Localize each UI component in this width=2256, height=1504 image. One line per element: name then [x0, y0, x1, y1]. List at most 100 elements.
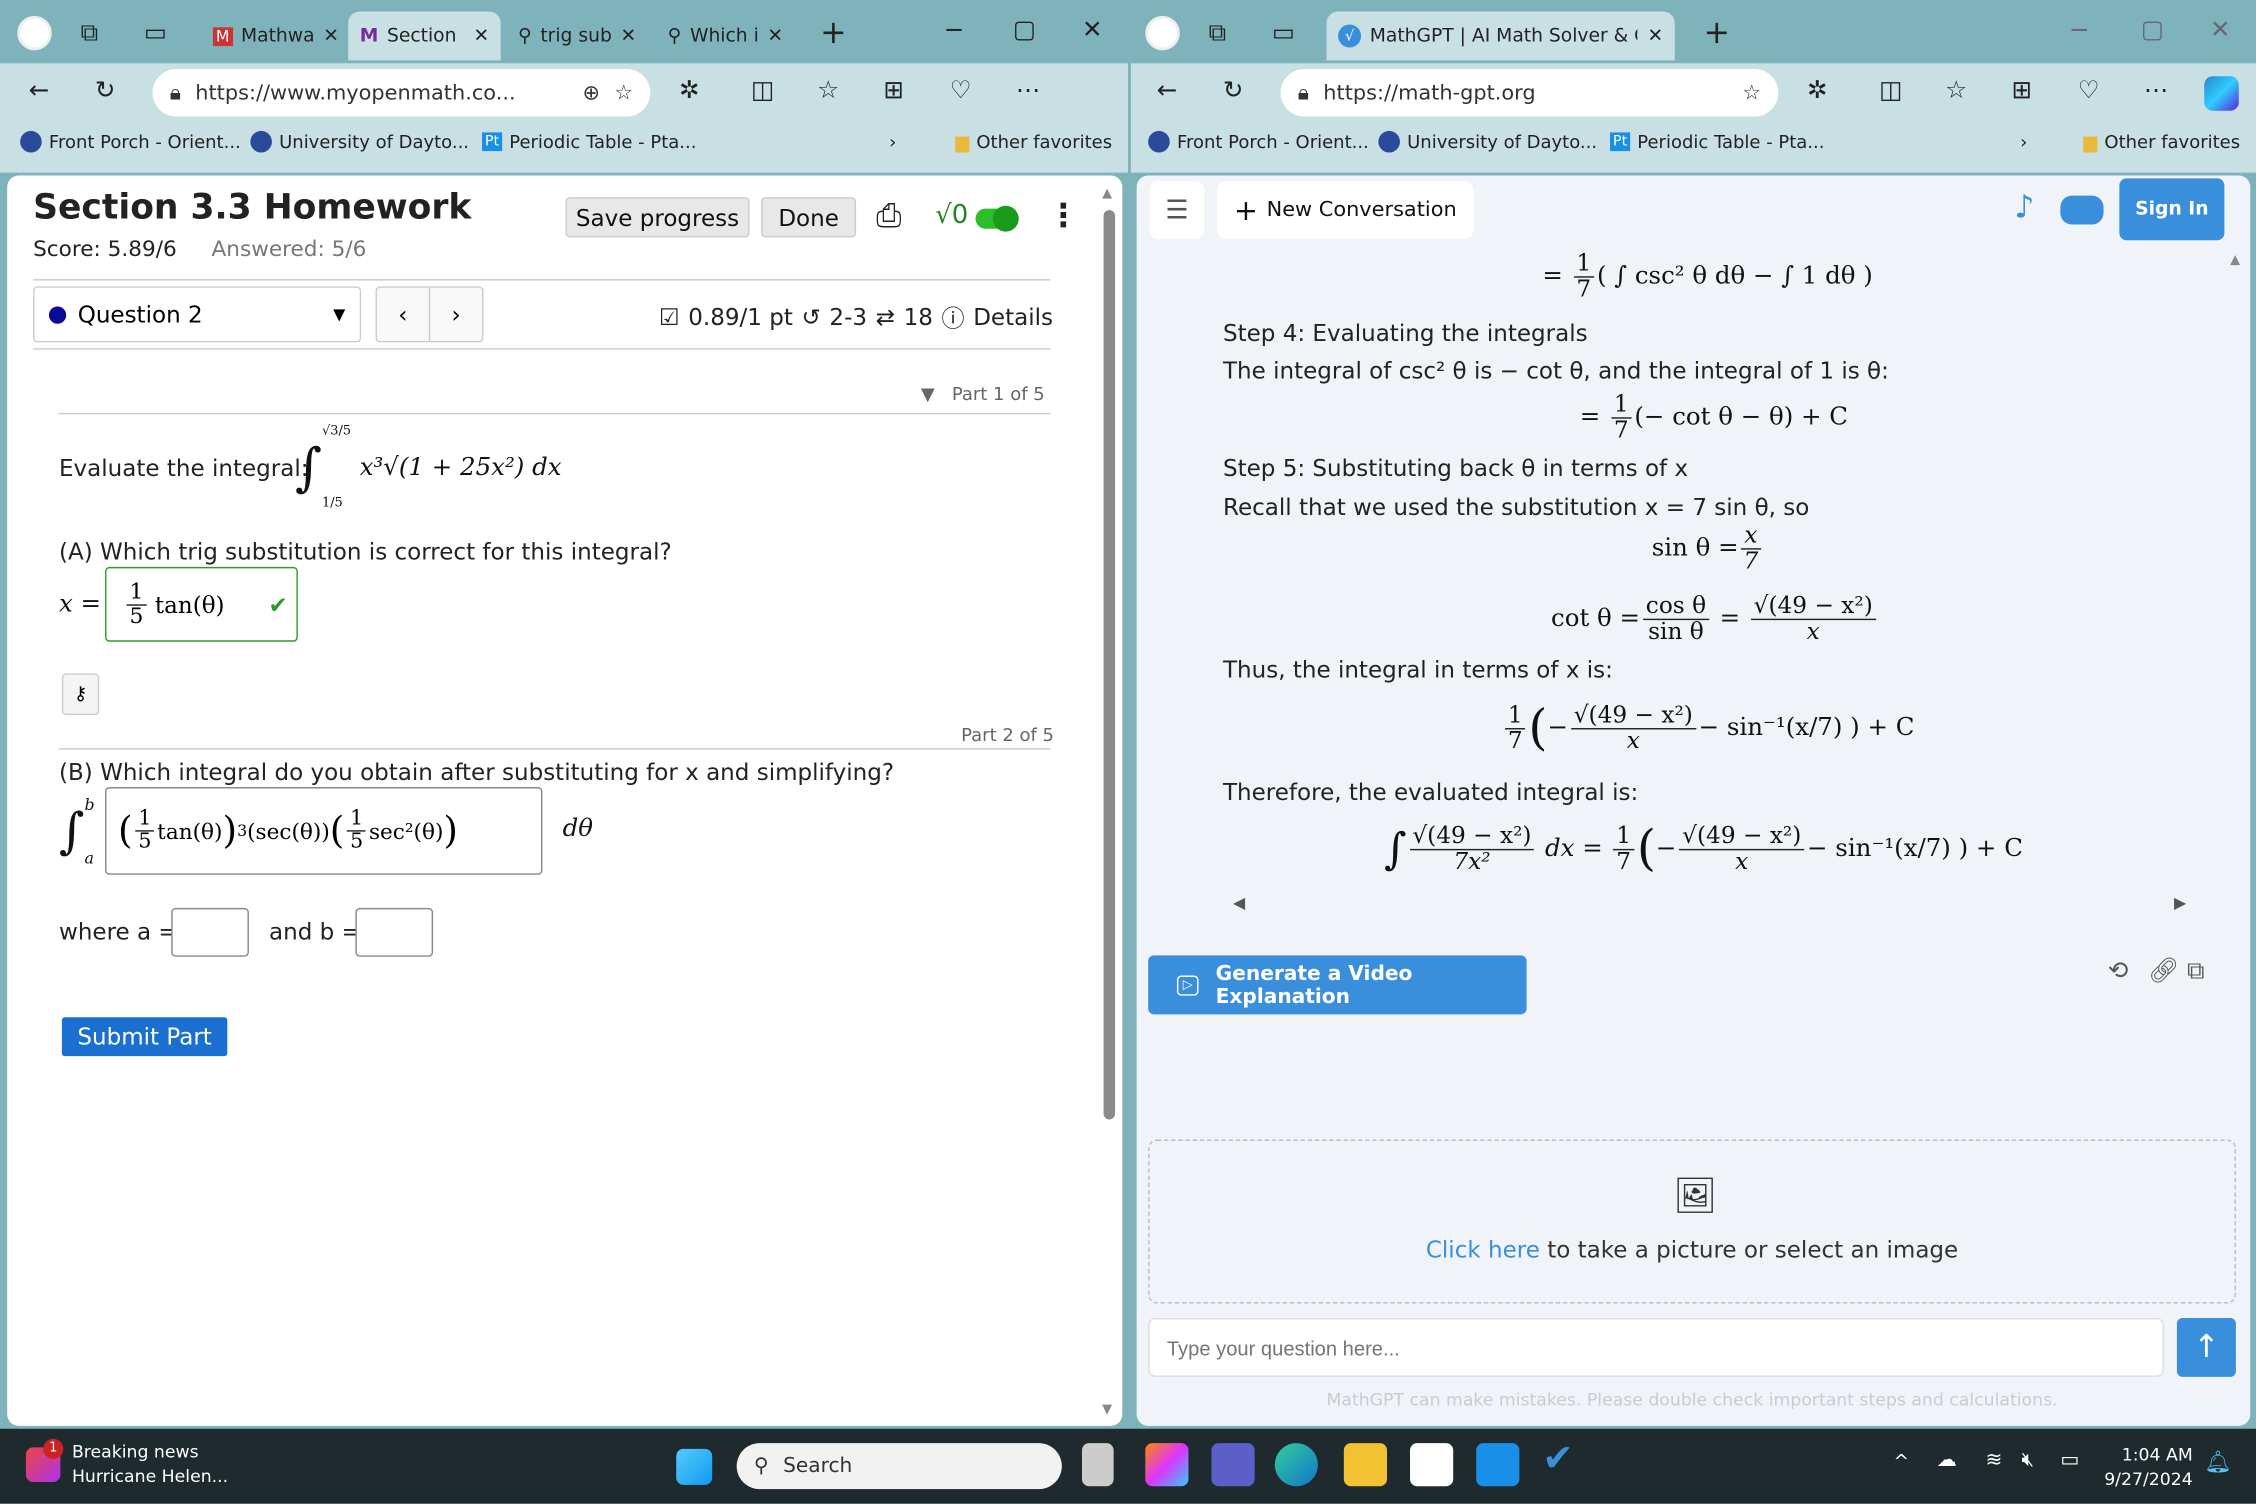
- edge-icon[interactable]: [1274, 1443, 1318, 1487]
- favorite-university-dayton[interactable]: University of Dayto...: [250, 130, 469, 153]
- part-1-toggle[interactable]: ▼ Part 1 of 5: [921, 383, 1045, 405]
- click-here-link[interactable]: Click here: [1426, 1236, 1540, 1263]
- close-window-icon[interactable]: ✕: [1082, 16, 1103, 45]
- more-options-icon[interactable]: ⋮: [1047, 199, 1079, 235]
- tab-which[interactable]: ⚲ Which i ✕: [656, 12, 794, 61]
- maximize-icon[interactable]: ▢: [1013, 16, 1036, 45]
- refresh-icon[interactable]: ↻: [95, 76, 116, 105]
- tab-section[interactable]: M Section ✕: [348, 11, 501, 61]
- b-input[interactable]: [355, 907, 434, 957]
- favorite-university-dayton[interactable]: University of Dayto...: [1378, 130, 1597, 153]
- other-favorites[interactable]: ▆ Other favorites: [2083, 131, 2240, 153]
- copy-icon[interactable]: ⧉: [2187, 957, 2204, 986]
- minimize-icon[interactable]: −: [2069, 16, 2090, 45]
- sign-in-button[interactable]: Sign In: [2119, 178, 2225, 241]
- close-tab-icon[interactable]: ✕: [323, 25, 339, 47]
- profile-avatar[interactable]: [1145, 15, 1180, 51]
- notification-bell-icon[interactable]: 🔔︎: [2204, 1449, 2231, 1475]
- minimize-icon[interactable]: −: [944, 16, 965, 45]
- taskbar-search[interactable]: ⚲ Search: [736, 1443, 1062, 1490]
- tab-actions-icon[interactable]: ▭: [144, 19, 167, 48]
- scroll-left-icon[interactable]: ◀: [1233, 893, 1245, 912]
- tray-chevron-icon[interactable]: ^: [1893, 1452, 1909, 1474]
- teams-icon[interactable]: [1211, 1443, 1255, 1487]
- clock[interactable]: 1:04 AM 9/27/2024: [2104, 1443, 2193, 1492]
- close-tab-icon[interactable]: ✕: [767, 25, 783, 47]
- news-widget[interactable]: 1 Breaking news Hurricane Helen...: [25, 1438, 228, 1489]
- volume-muted-icon[interactable]: 🔇︎: [2022, 1449, 2035, 1472]
- todo-icon[interactable]: ✔: [1542, 1437, 1585, 1480]
- favorite-star-icon[interactable]: ☆: [614, 81, 633, 104]
- a-input[interactable]: [171, 907, 249, 957]
- favorite-star-icon[interactable]: ☆: [1742, 81, 1761, 104]
- link-icon[interactable]: 🔗︎: [2148, 957, 2179, 986]
- onedrive-icon[interactable]: ☁: [1937, 1449, 1957, 1472]
- favorite-front-porch[interactable]: Front Porch - Orient...: [1148, 130, 1369, 153]
- address-bar[interactable]: 🔒︎ https://www.myopenmath.co... ⊕ ☆: [152, 69, 651, 117]
- mail-icon[interactable]: [1476, 1443, 1520, 1487]
- new-tab-icon[interactable]: +: [820, 16, 847, 52]
- store-icon[interactable]: [1410, 1443, 1454, 1487]
- zoom-icon[interactable]: ⊕: [582, 81, 599, 104]
- tab-mathway[interactable]: M Mathwa ✕: [201, 12, 345, 61]
- workspaces-icon[interactable]: ⧉: [1209, 19, 1226, 48]
- next-question-button[interactable]: ›: [430, 288, 482, 341]
- new-tab-icon[interactable]: +: [1704, 16, 1731, 52]
- collections-icon[interactable]: ⊞: [883, 76, 904, 105]
- new-conversation-button[interactable]: + New Conversation: [1217, 181, 1474, 239]
- wifi-icon[interactable]: ≋: [1986, 1449, 2003, 1472]
- back-icon[interactable]: ←: [29, 76, 50, 105]
- battery-icon[interactable]: ▭: [2060, 1449, 2079, 1472]
- info-icon[interactable]: ⓘ: [942, 299, 965, 334]
- split-screen-icon[interactable]: ◫: [1879, 76, 1902, 105]
- more-icon[interactable]: ⋯: [2144, 76, 2168, 105]
- scroll-up-icon[interactable]: ▲: [2230, 253, 2240, 267]
- math-entry-toggle[interactable]: [975, 205, 1019, 232]
- more-icon[interactable]: ⋯: [1016, 76, 1040, 105]
- menu-button[interactable]: ☰: [1149, 181, 1205, 239]
- details-link[interactable]: Details: [973, 303, 1053, 330]
- favorite-periodic-table[interactable]: Pt Periodic Table - Pta...: [1610, 131, 1824, 153]
- tab-actions-icon[interactable]: ▭: [1272, 19, 1295, 48]
- browser-essentials-icon[interactable]: ♡: [2078, 76, 2100, 105]
- discord-icon[interactable]: [2060, 195, 2104, 225]
- refresh-icon[interactable]: ↻: [1223, 76, 1244, 105]
- tab-mathgpt[interactable]: √MathGPT | AI Math Solver & Calcu✕: [1326, 11, 1675, 61]
- question-select[interactable]: Question 2 ▼: [33, 286, 362, 343]
- extensions-icon[interactable]: ✲: [1807, 76, 1828, 105]
- send-button[interactable]: ↑: [2176, 1317, 2236, 1377]
- copilot-icon[interactable]: [2204, 76, 2239, 111]
- other-favorites[interactable]: ▆ Other favorites: [955, 131, 1112, 153]
- maximize-icon[interactable]: ▢: [2141, 16, 2164, 45]
- submit-part-button[interactable]: Submit Part: [61, 1017, 228, 1057]
- regenerate-icon[interactable]: ⟲: [2108, 957, 2129, 986]
- generate-video-button[interactable]: ▷ Generate a Video Explanation: [1148, 955, 1527, 1015]
- copilot-icon[interactable]: [1076, 76, 1111, 111]
- split-screen-icon[interactable]: ◫: [751, 76, 774, 105]
- browser-essentials-icon[interactable]: ♡: [950, 76, 972, 105]
- tiktok-icon[interactable]: ♪: [2014, 190, 2034, 226]
- previous-question-button[interactable]: ‹: [377, 287, 431, 341]
- done-button[interactable]: Done: [761, 197, 857, 238]
- close-tab-icon[interactable]: ✕: [620, 25, 636, 47]
- favorites-overflow-icon[interactable]: ›: [2020, 131, 2027, 153]
- copilot-app-icon[interactable]: [1145, 1443, 1189, 1487]
- workspaces-icon[interactable]: ⧉: [81, 19, 98, 48]
- back-icon[interactable]: ←: [1157, 76, 1178, 105]
- save-progress-button[interactable]: Save progress: [565, 197, 750, 238]
- favorites-overflow-icon[interactable]: ›: [889, 131, 896, 153]
- substitution-answer-field[interactable]: 15 tan(θ) ✔: [105, 566, 298, 642]
- favorites-icon[interactable]: ☆: [817, 76, 839, 105]
- start-icon[interactable]: [676, 1448, 713, 1485]
- question-input[interactable]: [1148, 1317, 2164, 1377]
- collections-icon[interactable]: ⊞: [2011, 76, 2032, 105]
- favorite-periodic-table[interactable]: Pt Periodic Table - Pta...: [481, 131, 696, 153]
- image-upload-area[interactable]: 🖼︎ Click here to take a picture or selec…: [1148, 1139, 2236, 1304]
- integral-answer-field[interactable]: (1 5 tan(θ)) 3 (sec(θ))(1 5 sec²(θ)): [105, 787, 543, 875]
- key-hint-button[interactable]: ⚷: [61, 673, 100, 716]
- print-icon[interactable]: ⎙: [876, 199, 901, 235]
- close-window-icon[interactable]: ✕: [2210, 16, 2231, 45]
- address-bar[interactable]: 🔒︎ https://math-gpt.org ☆: [1280, 69, 1779, 117]
- task-view-icon[interactable]: [1081, 1443, 1114, 1487]
- file-explorer-icon[interactable]: [1343, 1443, 1388, 1487]
